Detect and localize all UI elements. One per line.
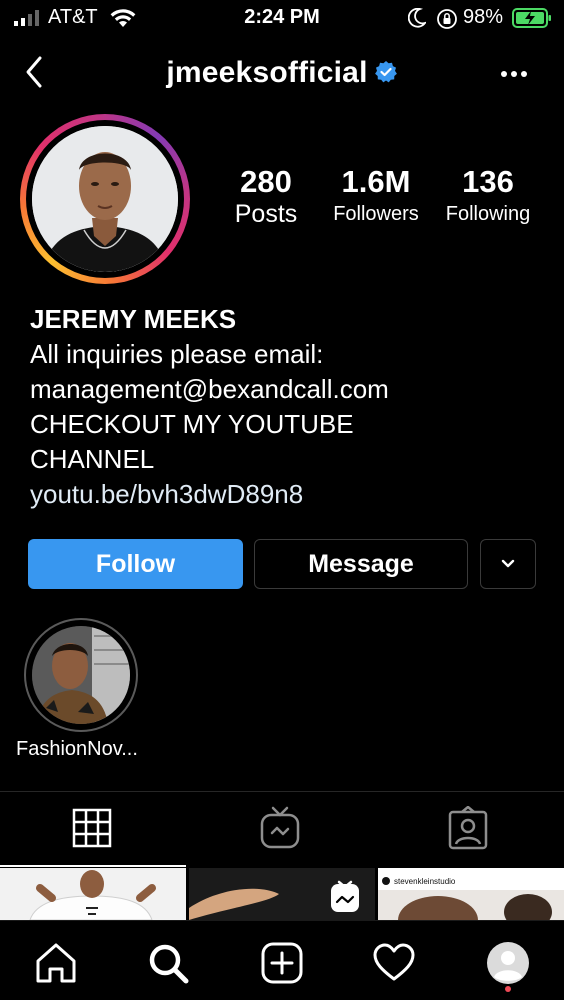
status-bar: AT&T 2:24 PM 98% — [0, 0, 564, 40]
profile-bio: JEREMY MEEKS All inquiries please email:… — [30, 302, 550, 512]
home-icon[interactable] — [34, 941, 78, 985]
verified-badge-icon — [374, 61, 397, 83]
following-count: 136 — [462, 164, 514, 199]
following-stat[interactable]: 136 Following — [436, 164, 540, 228]
followers-count: 1.6M — [341, 164, 411, 199]
profile-display-name: JEREMY MEEKS — [30, 304, 237, 334]
battery-percent: 98% — [463, 6, 504, 28]
igtv-video-thumbnail-image — [189, 868, 375, 920]
profile-header: jmeeksofficial — [0, 44, 564, 104]
following-label: Following — [445, 203, 531, 225]
posts-label: Posts — [234, 200, 298, 228]
grid-posts-tab-icon[interactable] — [72, 806, 112, 850]
followers-stat[interactable]: 1.6M Followers — [322, 164, 430, 228]
active-tab-indicator — [0, 865, 186, 867]
battery-charging-icon — [512, 8, 551, 28]
own-profile-avatar-icon[interactable] — [486, 941, 530, 985]
post-thumbnail[interactable] — [0, 868, 186, 920]
posts-stat: 280 Posts — [220, 164, 312, 228]
section-divider — [0, 791, 564, 792]
post-account-caption: stevenkleinstudio — [394, 877, 456, 886]
bio-line: All inquiries please email: — [30, 339, 324, 369]
story-highlight[interactable] — [24, 618, 138, 732]
do-not-disturb-moon-icon — [408, 8, 426, 28]
bio-email: management@bexandcall.com — [30, 374, 389, 404]
posts-grid: stevenkleinstudio — [0, 868, 564, 920]
bio-website-link[interactable]: youtu.be/bvh3dwD89n8 — [30, 477, 550, 512]
more-options-icon[interactable] — [496, 62, 532, 86]
followers-label: Followers — [333, 203, 419, 225]
rotation-lock-icon — [437, 9, 457, 29]
chevron-down-icon — [501, 559, 515, 568]
story-highlight-label: FashionNov... — [16, 738, 138, 760]
story-highlight-cover — [32, 626, 130, 724]
post-thumbnail[interactable]: stevenkleinstudio — [378, 868, 564, 920]
post-thumbnail-image — [378, 868, 564, 920]
igtv-tab-icon[interactable] — [260, 806, 300, 850]
message-button[interactable]: Message — [254, 539, 468, 589]
profile-username-title: jmeeksofficial — [0, 56, 564, 90]
bottom-navigation-bar — [0, 920, 564, 1000]
tagged-posts-tab-icon[interactable] — [448, 806, 488, 850]
notification-dot — [505, 986, 511, 992]
igtv-video-thumbnail[interactable] — [189, 868, 375, 920]
profile-avatar — [32, 126, 178, 272]
post-thumbnail-image — [0, 868, 186, 920]
username-text: jmeeksofficial — [166, 56, 368, 89]
highlight-cover-image — [32, 626, 130, 724]
activity-heart-icon[interactable] — [372, 941, 416, 985]
new-post-icon[interactable] — [260, 941, 304, 985]
profile-avatar-story-ring[interactable] — [20, 114, 190, 284]
follow-button[interactable]: Follow — [28, 539, 243, 589]
bio-line: CHECKOUT MY YOUTUBE — [30, 409, 354, 439]
bio-line: CHANNEL — [30, 444, 155, 474]
search-icon[interactable] — [146, 941, 190, 985]
posts-count: 280 — [240, 164, 292, 199]
suggested-accounts-dropdown-button[interactable] — [480, 539, 536, 589]
avatar-portrait-image — [32, 126, 178, 272]
